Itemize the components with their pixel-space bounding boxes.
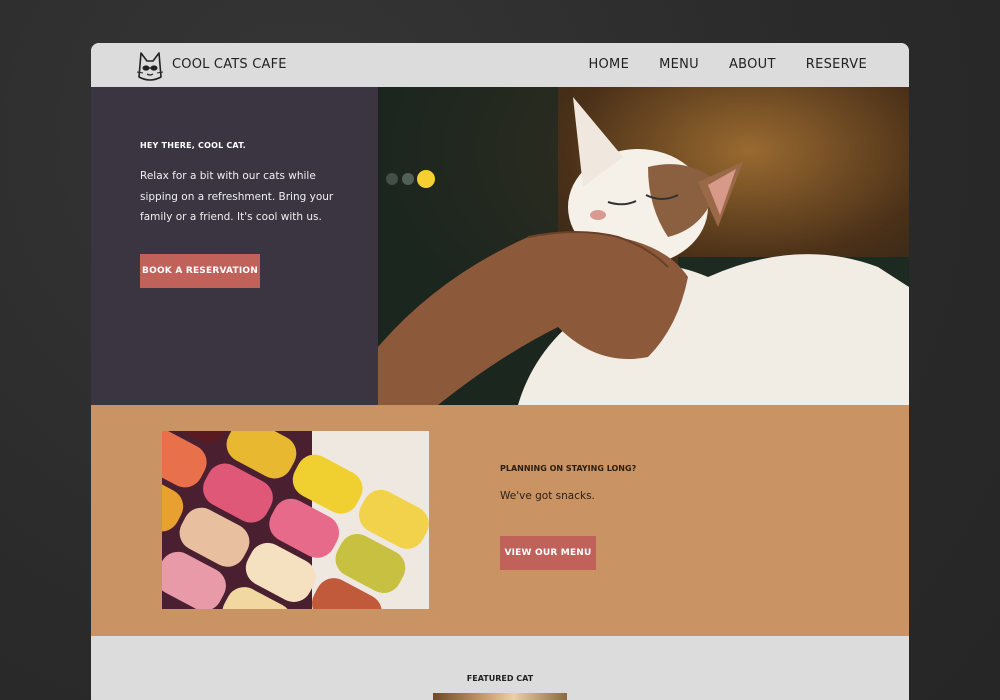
cat-photo-illustration (378, 87, 909, 405)
top-nav: COOL CATS CAFE HOME MENU ABOUT RESERVE (91, 43, 909, 87)
browser-window: COOL CATS CAFE HOME MENU ABOUT RESERVE H… (91, 43, 909, 700)
featured-cat-photo (433, 693, 567, 700)
nav-reserve-link[interactable]: RESERVE (806, 57, 867, 72)
hero-text: Relax for a bit with our cats while sipp… (140, 170, 334, 223)
cat-sunglasses-icon[interactable] (135, 49, 165, 83)
cat-being-petted-photo (378, 87, 909, 405)
book-reservation-button[interactable]: BOOK A RESERVATION (140, 254, 260, 288)
featured-section: FEATURED CAT (91, 636, 909, 700)
hero-eyebrow: HEY THERE, COOL CAT. (140, 141, 246, 150)
hero-section: HEY THERE, COOL CAT. Relax for a bit wit… (91, 87, 909, 405)
hero-panel: HEY THERE, COOL CAT. Relax for a bit wit… (91, 87, 378, 405)
snacks-eyebrow: PLANNING ON STAYING LONG? (500, 464, 637, 473)
featured-title: FEATURED CAT (466, 674, 534, 683)
macarons-illustration (162, 431, 429, 609)
brand-name[interactable]: COOL CATS CAFE (172, 57, 287, 72)
nav-menu-link[interactable]: MENU (659, 57, 699, 72)
nav-about-link[interactable]: ABOUT (729, 57, 776, 72)
view-menu-button[interactable]: VIEW OUR MENU (500, 536, 596, 570)
macarons-photo (162, 431, 429, 609)
main-menu: HOME MENU ABOUT RESERVE (588, 57, 867, 72)
snacks-section: PLANNING ON STAYING LONG? We've got snac… (91, 405, 909, 636)
snacks-text: We've got snacks. (500, 490, 595, 502)
nav-home-link[interactable]: HOME (588, 57, 629, 72)
